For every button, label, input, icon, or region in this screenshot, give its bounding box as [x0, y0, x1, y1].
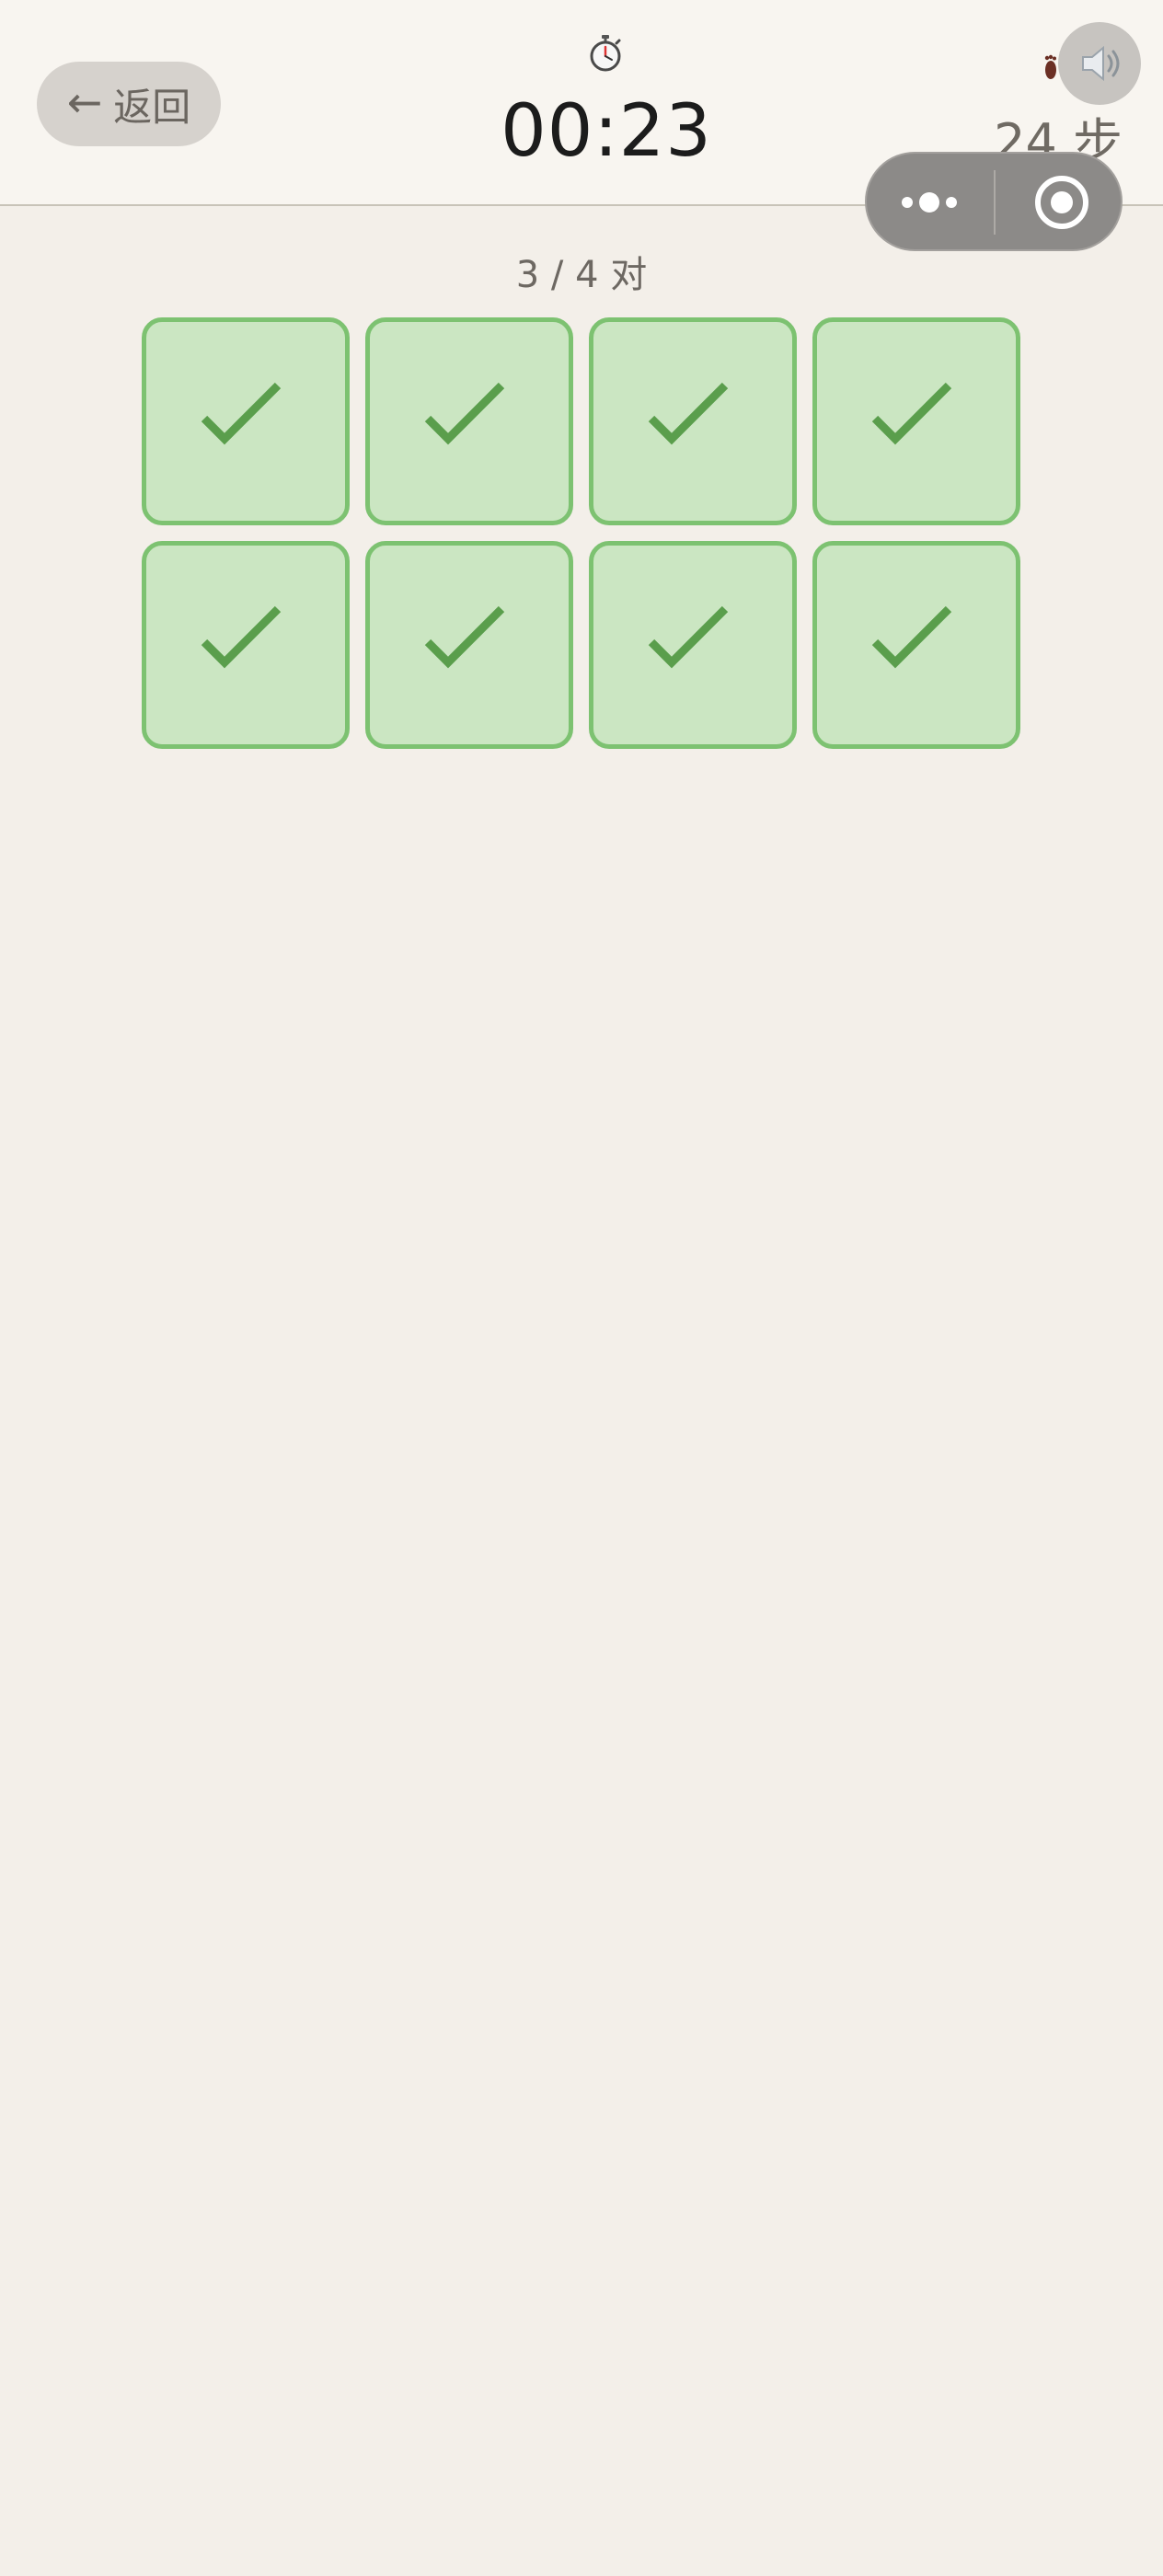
- memory-card[interactable]: [142, 541, 350, 749]
- memory-card[interactable]: [812, 541, 1020, 749]
- memory-card[interactable]: [812, 317, 1020, 525]
- more-menu-button[interactable]: [885, 174, 977, 231]
- checkmark-icon: [871, 605, 952, 669]
- capsule-divider: [994, 170, 996, 235]
- speaker-icon: [1082, 45, 1120, 82]
- checkmark-icon: [201, 382, 282, 445]
- target-close-icon: [1035, 176, 1088, 229]
- memory-card[interactable]: [365, 317, 573, 525]
- back-button[interactable]: ← 返回: [37, 62, 221, 146]
- stopwatch-icon: [590, 35, 621, 72]
- mini-program-capsule: [865, 152, 1123, 251]
- checkmark-icon: [871, 382, 952, 445]
- elapsed-timer: 00:23: [501, 90, 712, 173]
- card-grid: [142, 317, 1023, 749]
- memory-card[interactable]: [142, 317, 350, 525]
- pairs-progress: 3 / 4 对: [515, 254, 648, 296]
- sound-toggle-button[interactable]: [1058, 22, 1141, 105]
- checkmark-icon: [424, 382, 505, 445]
- memory-card[interactable]: [589, 317, 797, 525]
- memory-card[interactable]: [365, 541, 573, 749]
- back-button-label: 返回: [113, 84, 191, 130]
- arrow-left-icon: ←: [66, 77, 103, 127]
- checkmark-icon: [201, 605, 282, 669]
- checkmark-icon: [424, 605, 505, 669]
- memory-card[interactable]: [589, 541, 797, 749]
- checkmark-icon: [648, 605, 729, 669]
- checkmark-icon: [648, 382, 729, 445]
- close-mini-program-button[interactable]: [1014, 174, 1106, 231]
- more-dots-icon: [902, 192, 957, 213]
